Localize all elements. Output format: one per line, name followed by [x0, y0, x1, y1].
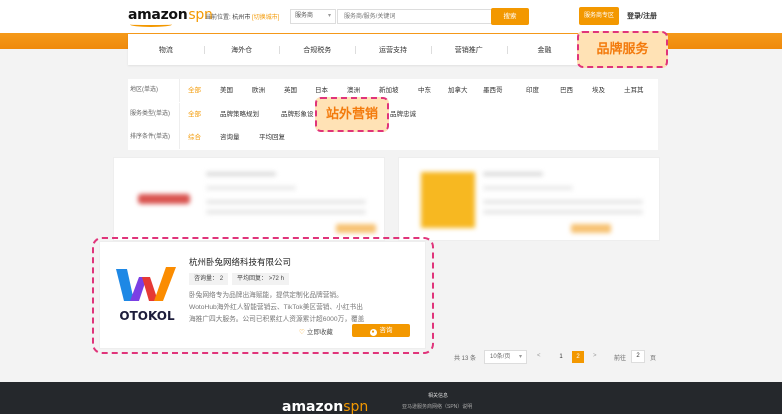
nav-item-0[interactable]: 物流 — [128, 45, 204, 55]
nav-item-1[interactable]: 海外仓 — [203, 45, 280, 55]
chevron-down-icon: ▾ — [327, 13, 331, 19]
login-register-link[interactable]: 登录/注册 — [627, 11, 657, 21]
search-input[interactable] — [337, 9, 492, 24]
region-option-11[interactable]: 巴西 — [560, 79, 573, 102]
sort-option-2[interactable]: 平均回复 — [259, 126, 285, 149]
location-city: 杭州市 — [232, 15, 251, 21]
page-1-button[interactable]: 1 — [555, 351, 567, 363]
filter-panel: 地区(单选) 全部 美国 欧洲 英国 日本 澳洲 新加坡 中东 加拿大 墨西哥 印度 巴西 埃及 土耳其 … — [128, 79, 658, 150]
region-option-13[interactable]: 土耳其 — [624, 79, 644, 102]
page-2-button[interactable]: 2 — [572, 351, 584, 363]
logo-main-text: amazon — [128, 7, 188, 23]
sort-option-1[interactable]: 咨询量 — [220, 126, 240, 149]
nav-item-4[interactable]: 营销推广 — [430, 45, 507, 55]
location-label: 当前位置: — [205, 15, 231, 21]
provider-card-blurred[interactable] — [113, 157, 385, 241]
page-size-select[interactable]: 10条/页 ▾ — [484, 350, 527, 364]
footer-spn-link[interactable]: 亚马逊服务商网络（SPN）说明 — [402, 403, 472, 410]
provider-logo-blurred — [421, 172, 475, 228]
region-filter-row: 地区(单选) 全部 美国 欧洲 英国 日本 澳洲 新加坡 中东 加拿大 墨西哥 印度 巴西 埃及 土耳其 — [128, 79, 658, 102]
region-option-1[interactable]: 美国 — [220, 79, 233, 102]
prev-page-button[interactable]: < — [537, 353, 541, 359]
region-option-7[interactable]: 中东 — [418, 79, 431, 102]
service-filter-row: 服务类型(单选) 全部品牌策略规划品牌形象设站外营销品牌忠诚 — [128, 103, 658, 126]
highlight-frame — [92, 237, 434, 354]
region-option-9[interactable]: 墨西哥 — [483, 79, 503, 102]
provider-zone-button[interactable]: 服务商专区 — [579, 7, 619, 25]
sort-filter-label: 排序条件(单选) — [128, 126, 180, 149]
search-type-value: 服务商 — [295, 13, 314, 19]
current-location: 当前位置: 杭州市 [切换城市] — [205, 12, 279, 21]
next-page-button[interactable]: > — [593, 353, 597, 359]
region-option-10[interactable]: 印度 — [526, 79, 539, 102]
region-option-2[interactable]: 欧洲 — [252, 79, 265, 102]
footer-logo: amazonspn — [282, 399, 368, 414]
region-filter-label: 地区(单选) — [128, 79, 180, 102]
region-option-0[interactable]: 全部 — [188, 79, 201, 102]
footer-logo-main: amazon — [282, 399, 344, 414]
nav-item-3[interactable]: 运营支持 — [355, 45, 431, 55]
footer-title: 相关信息 — [428, 393, 449, 399]
sort-filter-row: 排序条件(单选) 综合 咨询量 平均回复 — [128, 126, 658, 149]
goto-unit: 页 — [650, 356, 657, 362]
nav-item-5[interactable]: 金融 — [506, 45, 583, 55]
pagination: 共 13 条 10条/页 ▾ < 1 2 > 前往 2 页 — [451, 350, 661, 364]
top-header: amazonspn 当前位置: 杭州市 [切换城市] 服务商 ▾ 搜索 服务商专… — [0, 0, 782, 33]
region-option-12[interactable]: 埃及 — [592, 79, 605, 102]
service-filter-label: 服务类型(单选) — [128, 103, 180, 126]
provider-logo-blurred — [128, 172, 198, 228]
search-button[interactable]: 搜索 — [491, 8, 529, 25]
service-option-2[interactable]: 品牌形象设 — [281, 103, 314, 126]
goto-label: 前往 — [614, 356, 627, 362]
logo-smile-icon — [130, 22, 172, 27]
footer-logo-sub: spn — [343, 399, 369, 414]
search-type-select[interactable]: 服务商 ▾ — [290, 9, 336, 24]
offsite-marketing-callout: 站外营销 — [315, 97, 389, 132]
switch-city-link[interactable]: [切换城市] — [252, 15, 279, 21]
page-size-value: 10条/页 — [490, 354, 511, 360]
amazon-spn-logo[interactable]: amazonspn — [128, 7, 213, 27]
nav-item-2[interactable]: 合规税务 — [279, 45, 355, 55]
service-option-4[interactable]: 品牌忠诚 — [390, 103, 416, 126]
goto-page-input[interactable]: 2 — [631, 350, 645, 363]
region-option-3[interactable]: 英国 — [284, 79, 297, 102]
provider-card-blurred[interactable] — [398, 157, 660, 241]
region-option-8[interactable]: 加拿大 — [448, 79, 468, 102]
total-count: 共 13 条 — [454, 356, 477, 362]
footer: amazonspn 相关信息 亚马逊服务商网络（SPN）说明 — [0, 382, 782, 414]
brand-service-callout: 品牌服务 — [577, 31, 668, 68]
service-option-0[interactable]: 全部 — [188, 103, 201, 126]
sort-option-0[interactable]: 综合 — [188, 126, 201, 149]
service-option-1[interactable]: 品牌策略规划 — [220, 103, 259, 126]
chevron-down-icon: ▾ — [518, 354, 522, 360]
